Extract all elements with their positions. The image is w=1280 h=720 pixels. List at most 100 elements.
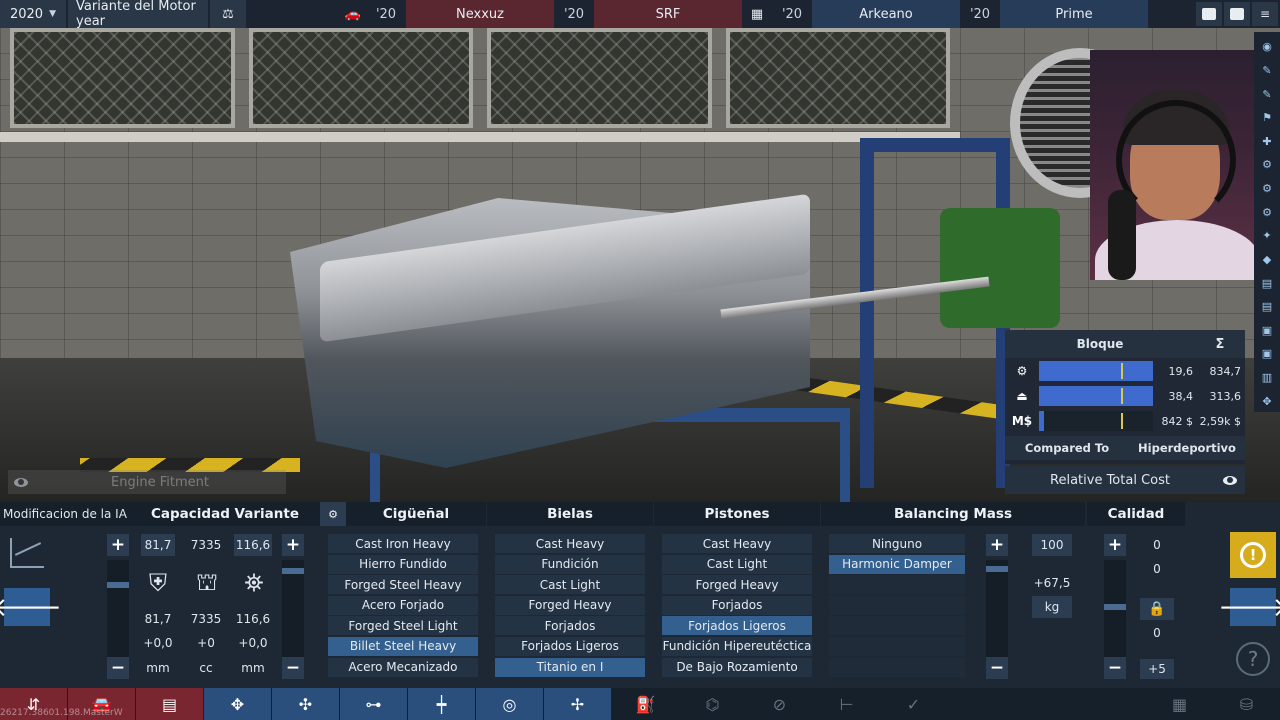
conrods-option[interactable]: Titanio en I <box>495 657 645 677</box>
nav-finish-icon[interactable]: ✓ <box>880 688 947 720</box>
help-icon[interactable]: ? <box>1236 642 1270 676</box>
variant-title: Variante del Motor year <box>68 0 208 29</box>
balancing-slider[interactable] <box>986 560 1008 658</box>
balancing-increase-button[interactable]: + <box>986 534 1008 556</box>
nav-turbo-icon[interactable]: ◎ <box>476 688 543 720</box>
tool-icon[interactable]: ◆ <box>1254 249 1280 271</box>
move-icon[interactable]: ✥ <box>1254 390 1280 412</box>
tool-icon[interactable]: ⚑ <box>1254 107 1280 129</box>
back-arrow-button[interactable]: 🡐 <box>0 588 62 626</box>
nav-bottom-end-icon[interactable]: ⊶ <box>340 688 407 720</box>
quality-slider[interactable] <box>1104 560 1126 658</box>
tool-icon[interactable]: ⚙ <box>1254 178 1280 200</box>
conrods-option[interactable]: Fundición <box>495 554 645 574</box>
pistons-option[interactable]: Cast Heavy <box>662 534 812 553</box>
year-dropdown[interactable]: 2020 ▼ <box>0 0 66 28</box>
crankshaft-option[interactable]: Acero Forjado <box>328 595 478 615</box>
nav-top-end-icon[interactable]: ┿ <box>408 688 475 720</box>
quality-decrease-button[interactable]: − <box>1104 657 1126 679</box>
balancing-decrease-button[interactable]: − <box>986 657 1008 679</box>
tool-icon[interactable]: ▣ <box>1254 320 1280 342</box>
crankshaft-option[interactable]: Hierro Fundido <box>328 554 478 574</box>
view-icon[interactable]: ◉ <box>1254 36 1280 58</box>
crankshaft-option[interactable]: Forged Steel Light <box>328 616 478 636</box>
pistons-option[interactable]: Cast Light <box>662 554 812 574</box>
car-icon: 🚗 <box>344 6 362 22</box>
compared-to-value[interactable]: Hiperdeportivo <box>1129 441 1245 455</box>
conrods-option[interactable]: Cast Light <box>495 575 645 595</box>
balancing-option[interactable]: Harmonic Damper <box>829 554 965 574</box>
tool-icon[interactable]: ⚙ <box>1254 201 1280 223</box>
scale-icon[interactable]: ⚖ <box>210 0 246 28</box>
nav-engine-variant-icon[interactable]: ✣ <box>272 688 339 720</box>
nav-sales-icon[interactable]: ⛁ <box>1213 688 1280 720</box>
tool-icon[interactable]: ⚙ <box>1254 154 1280 176</box>
nav-exhaust-icon[interactable]: ⌬ <box>679 688 746 720</box>
increase-left-button[interactable]: + <box>107 534 129 556</box>
nav-car-design-icon[interactable]: ▦ <box>1146 688 1213 720</box>
eye-icon[interactable] <box>8 477 34 487</box>
pistons-option[interactable]: Fundición Hipereutéctica <box>662 636 812 656</box>
decrease-left-button[interactable]: − <box>107 657 129 679</box>
pistons-option[interactable]: De Bajo Rozamiento <box>662 657 812 677</box>
compare-slot-2[interactable]: SRF <box>594 0 742 28</box>
stat-value: 38,4 <box>1168 389 1194 403</box>
quality-value-2: 0 <box>1153 562 1161 576</box>
slider-knob[interactable] <box>107 582 129 588</box>
nav-chassis-icon[interactable]: ▤ <box>136 688 203 720</box>
camera-icon[interactable] <box>1196 2 1222 26</box>
nav-engine-family-icon[interactable]: ✥ <box>204 688 271 720</box>
stroke-input[interactable]: 116,6 <box>234 534 272 556</box>
tool-icon[interactable]: ✚ <box>1254 131 1280 153</box>
pistons-option[interactable]: Forged Heavy <box>662 575 812 595</box>
menu-icon[interactable]: ≡ <box>1252 2 1278 26</box>
eye-icon[interactable] <box>1215 475 1245 485</box>
relative-total-cost-bar[interactable]: Relative Total Cost <box>1005 466 1245 494</box>
conrods-option[interactable]: Forjados <box>495 616 645 636</box>
tool-icon[interactable]: ▣ <box>1254 343 1280 365</box>
next-arrow-button[interactable]: 🡒 <box>1218 588 1280 626</box>
tool-icon[interactable]: ▤ <box>1254 296 1280 318</box>
slider-knob[interactable] <box>986 566 1008 572</box>
balancing-option[interactable]: Ninguno <box>829 534 965 553</box>
save-icon[interactable] <box>1224 2 1250 26</box>
pistons-option[interactable]: Forjados <box>662 595 812 615</box>
tool-icon[interactable]: ▤ <box>1254 272 1280 294</box>
chart-icon[interactable] <box>10 538 44 568</box>
pistons-option[interactable]: Forjados Ligeros <box>662 616 812 636</box>
conrods-option[interactable]: Forjados Ligeros <box>495 636 645 656</box>
lock-icon[interactable]: 🔒 <box>1140 598 1174 620</box>
crankshaft-option[interactable]: Acero Mecanizado <box>328 657 478 677</box>
slider-knob[interactable] <box>282 568 304 574</box>
warning-button[interactable]: ! <box>1230 532 1276 578</box>
crankshaft-option[interactable]: Forged Steel Heavy <box>328 575 478 595</box>
tool-icon[interactable]: ✦ <box>1254 225 1280 247</box>
nav-test-icon[interactable]: ⊢ <box>813 688 880 720</box>
bore-slider[interactable] <box>107 560 129 658</box>
compare-slot-1[interactable]: Nexxuz <box>406 0 554 28</box>
stroke-slider[interactable] <box>282 560 304 658</box>
nav-fuel-icon[interactable]: ✢ <box>544 688 611 720</box>
nav-fuel-system-icon[interactable]: ⛽ <box>612 688 679 720</box>
tool-icon[interactable]: ✎ <box>1254 60 1280 82</box>
balancing-value[interactable]: 100 <box>1032 534 1072 556</box>
bore-input[interactable]: 81,7 <box>141 534 175 556</box>
crankshaft-option[interactable]: Cast Iron Heavy <box>328 534 478 553</box>
top-bar: 2020 ▼ Variante del Motor year ⚖ 🚗 '20 N… <box>0 0 1280 29</box>
settings-icon[interactable]: ⚙ <box>320 502 346 526</box>
compare-slot-4[interactable]: Prime <box>1000 0 1148 28</box>
compared-to-row[interactable]: Compared To Hiperdeportivo <box>1005 436 1245 460</box>
slider-knob[interactable] <box>1104 604 1126 610</box>
conrods-option[interactable]: Forged Heavy <box>495 595 645 615</box>
crankshaft-option[interactable]: Billet Steel Heavy <box>328 636 478 656</box>
quality-increase-button[interactable]: + <box>1104 534 1126 556</box>
decrease-right-button[interactable]: − <box>282 657 304 679</box>
conrods-option[interactable]: Cast Heavy <box>495 534 645 553</box>
increase-right-button[interactable]: + <box>282 534 304 556</box>
nav-tuning-icon[interactable]: ⊘ <box>746 688 813 720</box>
bar-marker <box>1121 413 1123 429</box>
tool-icon[interactable]: ▥ <box>1254 367 1280 389</box>
compare-slot-3[interactable]: Arkeano <box>812 0 960 28</box>
tool-icon[interactable]: ✎ <box>1254 83 1280 105</box>
engine-fitment-toggle[interactable]: Engine Fitment <box>8 470 286 494</box>
